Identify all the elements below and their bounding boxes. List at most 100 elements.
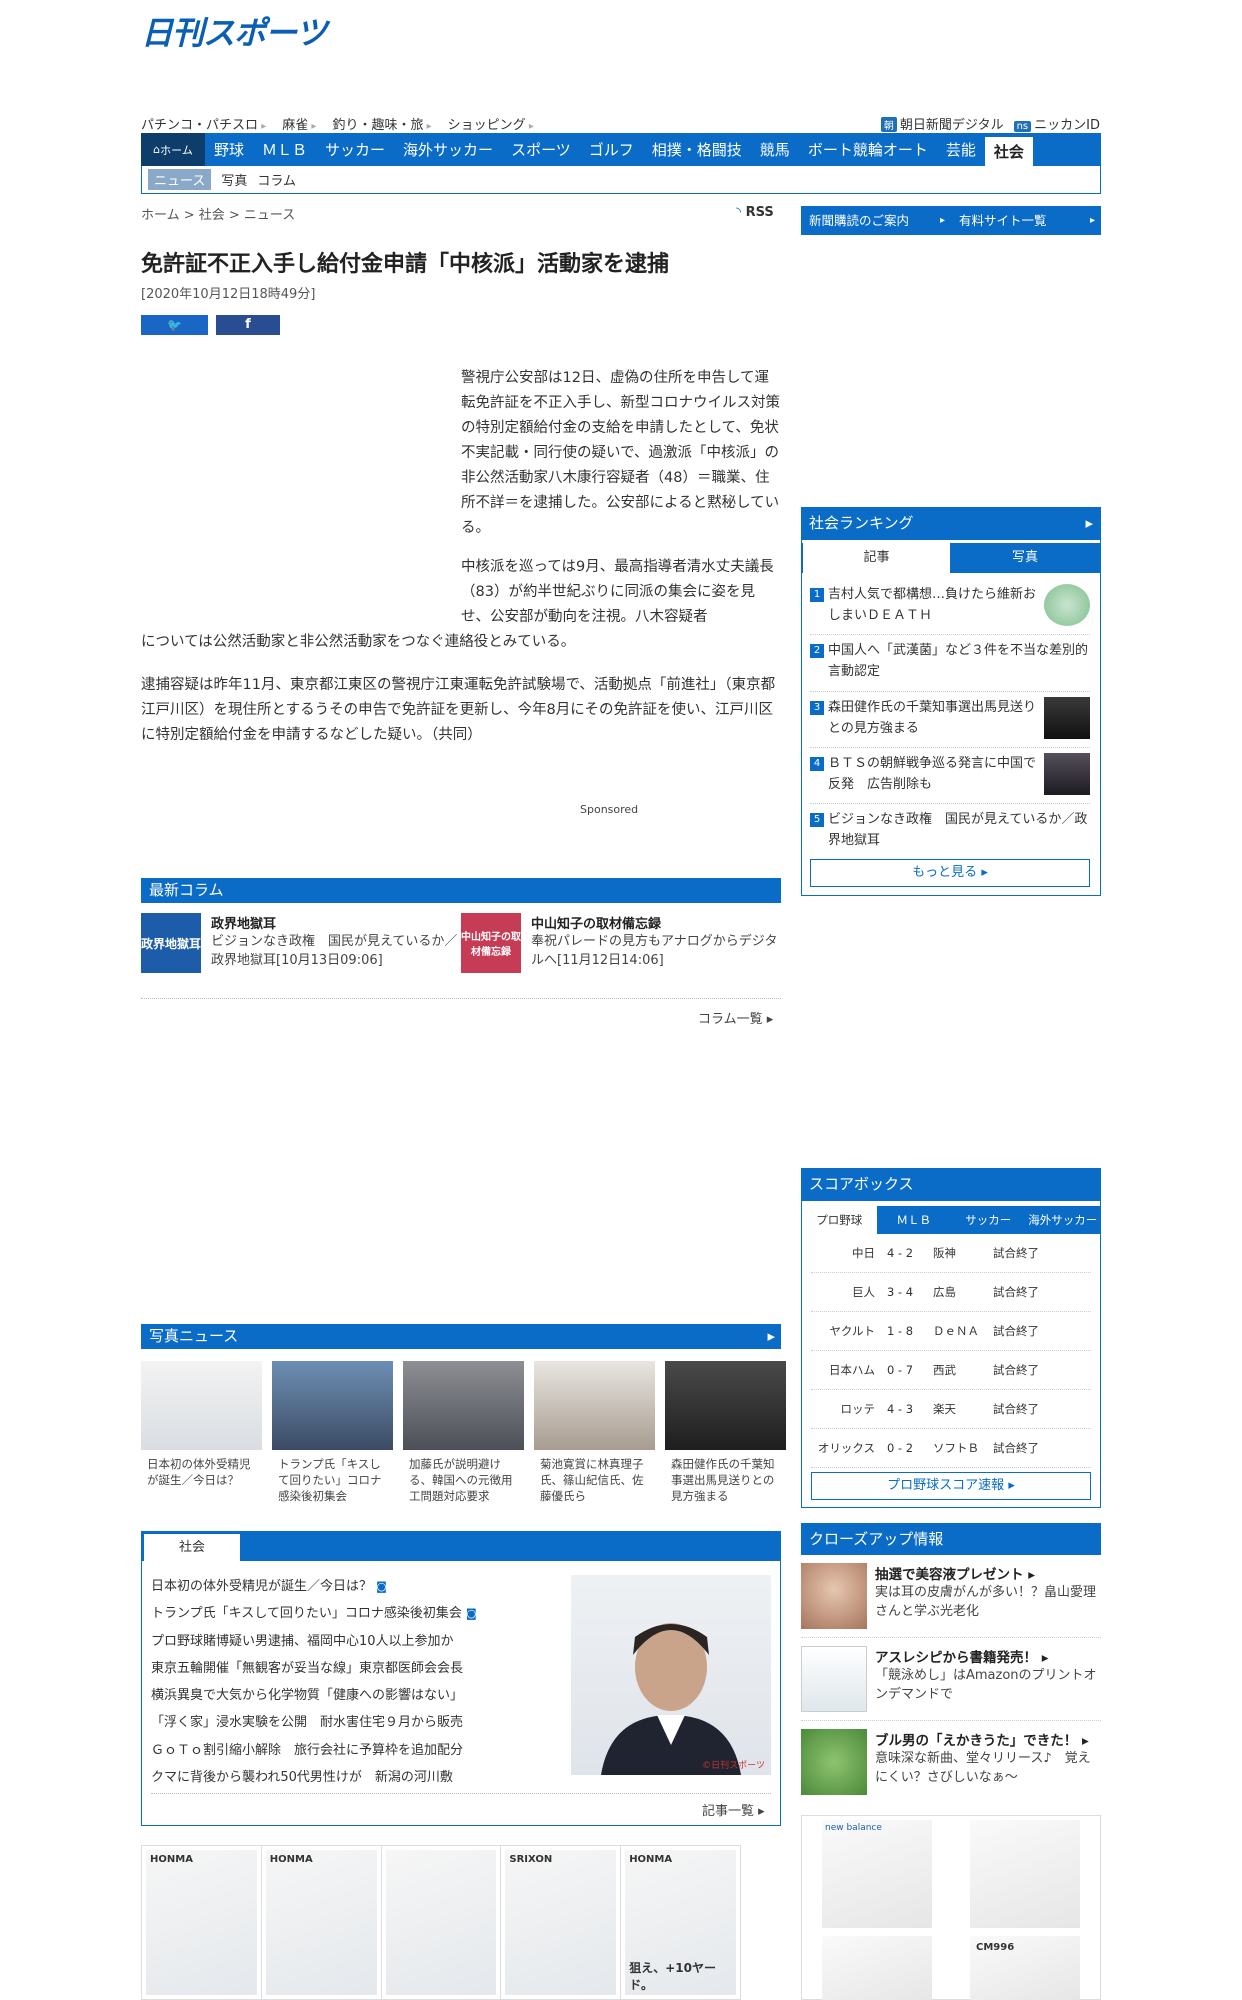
list-item[interactable]: クマに背後から襲われ50代男性けが 新潟の河川敷 <box>151 1764 551 1791</box>
game-score: 3 - 4 <box>886 1285 914 1299</box>
tab-soccer[interactable]: サッカー <box>951 1206 1026 1234</box>
rank-number: 3 <box>810 701 824 715</box>
article-paragraph: 中核派を巡っては9月、最高指導者清水丈夫議長（83）が約半世紀ぶりに同派の集会に… <box>461 559 774 625</box>
ranking-item[interactable]: 5 ビジョンなき政権 国民が見えているか／政界地獄耳 <box>810 809 1090 851</box>
column-list-link[interactable]: コラム一覧 ▸ <box>698 1008 773 1027</box>
paid-sites-button[interactable]: 有料サイト一覧 <box>951 206 1101 235</box>
nav-society[interactable]: 社会 <box>984 137 1033 166</box>
sponsored-label: Sponsored <box>580 803 639 816</box>
shoe-ad[interactable]: CM996 <box>970 1936 1080 2000</box>
shoe-ad[interactable] <box>822 1936 932 2000</box>
rss-link[interactable]: ◝ RSS <box>736 205 774 220</box>
nav-baseball[interactable]: 野球 <box>205 139 253 160</box>
article-list-link[interactable]: 記事一覧 ▸ <box>702 1800 765 1819</box>
score-row[interactable]: 中日 4 - 2 阪神 試合終了 <box>811 1234 1091 1273</box>
nav-golf[interactable]: ゴルフ <box>580 139 643 160</box>
column-thumbnail: 政界地獄耳 <box>141 913 201 973</box>
score-row[interactable]: ロッテ 4 - 3 楽天 試合終了 <box>811 1390 1091 1429</box>
photo-card[interactable]: 森田健作氏の千葉知事選出馬見送りとの見方強まる <box>665 1361 786 1504</box>
npb-score-link[interactable]: プロ野球スコア速報 ▸ <box>811 1472 1091 1500</box>
photo-card[interactable]: 菊池寛賞に林真理子氏、篠山紀信氏、佐藤優氏ら <box>534 1361 655 1504</box>
nav-world-soccer[interactable]: 海外サッカー <box>394 139 502 160</box>
ranking-item[interactable]: 2 中国人へ「武漢菌」など３件を不当な差別的言動認定 <box>810 640 1090 682</box>
subnav-column[interactable]: コラム <box>257 170 296 189</box>
top-link-shopping[interactable]: ショッピング <box>448 114 534 133</box>
more-ranking-button[interactable]: もっと見る ▸ <box>810 859 1090 887</box>
column-item[interactable]: 中山知子の取材備忘録 中山知子の取材備忘録 奉祝パレードの見方もアナログからデジ… <box>461 913 781 973</box>
nav-sumo[interactable]: 相撲・格闘技 <box>643 139 751 160</box>
list-item[interactable]: 「浮く家」浸水実験を公開 耐水害住宅９月から販売 <box>151 1709 551 1736</box>
photo-thumbnail <box>534 1361 655 1450</box>
photo-news-header[interactable]: 写真ニュース ▸ <box>141 1324 781 1349</box>
shoe-ad[interactable]: new balance <box>822 1820 932 1928</box>
ad-cell[interactable] <box>382 1846 502 1999</box>
site-logo[interactable]: 日刊スポーツ <box>141 8 327 54</box>
list-item[interactable]: 日本初の体外受精児が誕生／今日は？ ◙ <box>151 1573 551 1600</box>
nav-home-label: ホーム <box>160 143 193 157</box>
ad-cell[interactable]: SRIXON <box>501 1846 622 1999</box>
mascot-thumbnail <box>1044 584 1090 626</box>
nav-sports[interactable]: スポーツ <box>502 139 580 160</box>
closeup-item[interactable]: ブル男の「えかきうた」できた！ ▸ 意味深な新曲、堂々リリース♪ 覚えにくい？さ… <box>801 1729 1101 1795</box>
tab-articles[interactable]: 記事 <box>803 543 950 573</box>
top-link-fishing[interactable]: 釣り・趣味・旅 <box>332 114 431 133</box>
closeup-thumbnail <box>801 1646 867 1712</box>
list-item[interactable]: 横浜異臭で大気から化学物質「健康への影響はない」 <box>151 1682 551 1709</box>
photo-news-row: 日本初の体外受精児が誕生／今日は？ トランプ氏「キスして回りたい」コロナ感染後初… <box>141 1361 786 1504</box>
subnav-news[interactable]: ニュース <box>148 169 212 190</box>
score-row[interactable]: 巨人 3 - 4 広島 試合終了 <box>811 1273 1091 1312</box>
ad-cell[interactable]: HONMA <box>262 1846 382 1999</box>
ad-cell[interactable]: HONMA <box>142 1846 262 1999</box>
nav-soccer[interactable]: サッカー <box>316 139 394 160</box>
ad-image <box>385 1850 497 1995</box>
rss-label: RSS <box>745 205 774 220</box>
shoe-ad[interactable] <box>970 1820 1080 1928</box>
tab-npb[interactable]: プロ野球 <box>802 1206 877 1234</box>
subscription-button[interactable]: 新聞購読のご案内 <box>801 206 951 235</box>
ranking-item[interactable]: 1 吉村人気で都構想…負けたら維新おしまいＤＥＡＴＨ <box>810 584 1090 626</box>
article-list-label: 記事一覧 <box>702 1804 755 1819</box>
list-item[interactable]: トランプ氏「キスして回りたい」コロナ感染後初集会 ◙ <box>151 1600 551 1627</box>
list-item[interactable]: ＧｏＴｏ割引縮小解除 旅行会社に予算枠を追加配分 <box>151 1737 551 1764</box>
game-status: 試合終了 <box>993 1441 1039 1455</box>
asahi-digital-label: 朝日新聞デジタル <box>899 118 1004 133</box>
ranking-title: 社会ランキング <box>809 514 914 532</box>
asahi-digital-link[interactable]: 朝朝日新聞デジタル <box>880 114 1004 133</box>
ranking-item[interactable]: 4 ＢＴＳの朝鮮戦争巡る発言に中国で反発 広告削除も <box>810 753 1090 795</box>
score-row[interactable]: 日本ハム 0 - 7 西武 試合終了 <box>811 1351 1091 1390</box>
society-feature-photo[interactable]: ©日刊スポーツ <box>571 1575 771 1775</box>
nav-mlb[interactable]: ＭＬＢ <box>253 139 316 160</box>
ranking-header[interactable]: 社会ランキング ▸ <box>801 507 1101 539</box>
subnav-photo[interactable]: 写真 <box>221 170 247 189</box>
rank-number: 4 <box>810 757 824 771</box>
ranking-item[interactable]: 3 森田健作氏の千葉知事選出馬見送りとの見方強まる <box>810 697 1090 739</box>
nav-horse-racing[interactable]: 競馬 <box>751 139 799 160</box>
nav-home[interactable]: ⌂ ホーム <box>141 133 205 166</box>
top-link-pachinko[interactable]: パチンコ・パチスロ <box>141 114 266 133</box>
column-title: 政界地獄耳 <box>211 917 277 932</box>
top-link-mahjong[interactable]: 麻雀 <box>282 114 316 133</box>
tab-mlb[interactable]: ＭＬＢ <box>877 1206 952 1234</box>
nikkan-id-link[interactable]: ns ニッカンID <box>1013 114 1100 133</box>
list-item[interactable]: プロ野球賭博疑い男逮捕、福岡中心10人以上参加か <box>151 1628 551 1655</box>
photo-card[interactable]: トランプ氏「キスして回りたい」コロナ感染後初集会 <box>272 1361 393 1504</box>
breadcrumb[interactable]: ホーム > 社会 > ニュース <box>141 204 295 223</box>
tab-world-soccer[interactable]: 海外サッカー <box>1026 1206 1101 1234</box>
nav-entertainment[interactable]: 芸能 <box>937 139 985 160</box>
facebook-share-button[interactable]: f <box>216 315 280 335</box>
ad-cell[interactable]: HONMA 狙え、+10ヤード。 <box>621 1846 740 1999</box>
closeup-item[interactable]: アスレシピから書籍発売！ ▸ 「競泳めし」はAmazonのプリントオンデマンドで <box>801 1646 1101 1712</box>
game-score: 1 - 8 <box>886 1324 914 1338</box>
closeup-item[interactable]: 抽選で美容液プレゼント ▸ 実は耳の皮膚がんが多い！？畠山愛理さんと学ぶ光老化 <box>801 1563 1101 1629</box>
score-row[interactable]: オリックス 0 - 2 ソフトＢ 試合終了 <box>811 1429 1091 1468</box>
nav-boat[interactable]: ボート競輪オート <box>799 139 937 160</box>
column-item[interactable]: 政界地獄耳 政界地獄耳 ビジョンなき政権 国民が見えているか／政界地獄耳[10月… <box>141 913 461 973</box>
tab-photos[interactable]: 写真 <box>950 543 1100 573</box>
twitter-share-button[interactable]: 🐦 <box>141 315 208 335</box>
photo-card[interactable]: 加藤氏が説明避ける、韓国への元徴用工問題対応要求 <box>403 1361 524 1504</box>
score-row[interactable]: ヤクルト 1 - 8 ＤｅＮＡ 試合終了 <box>811 1312 1091 1351</box>
rank-number: 2 <box>810 644 824 658</box>
list-item[interactable]: 東京五輪開催「無観客が妥当な線」東京都医師会会長 <box>151 1655 551 1682</box>
photo-card[interactable]: 日本初の体外受精児が誕生／今日は？ <box>141 1361 262 1504</box>
tab-society[interactable]: 社会 <box>144 1534 240 1561</box>
